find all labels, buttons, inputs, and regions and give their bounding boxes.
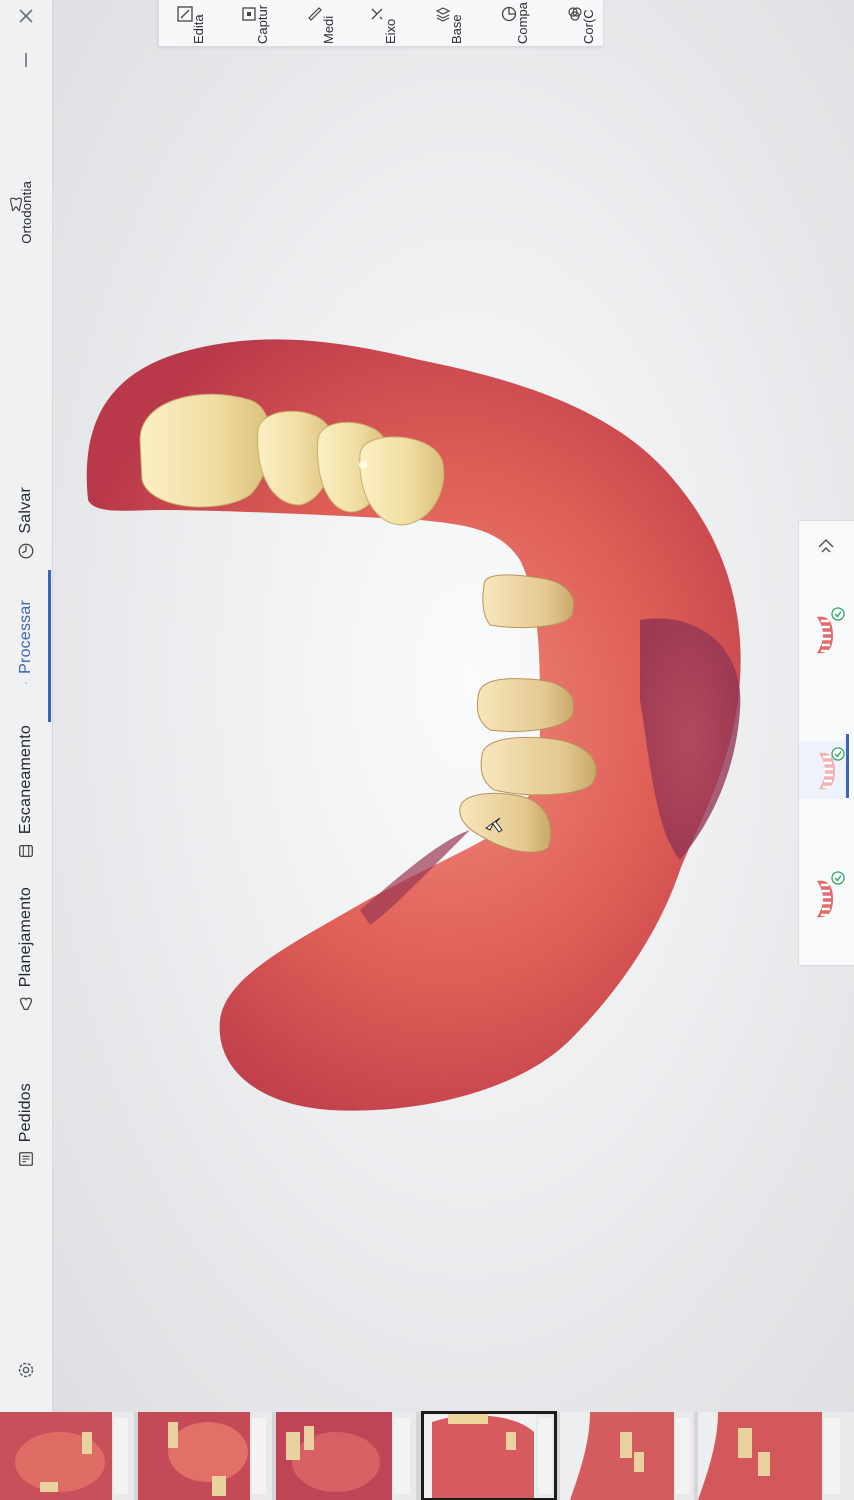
check-icon [831,607,845,621]
tool-measure[interactable]: Medi [295,0,336,46]
check-icon [831,871,845,885]
thumbnail[interactable] [276,1412,416,1500]
nav-salvar-label: Salvar [17,487,34,534]
process-icon [25,682,27,684]
nav-item-ortodontia[interactable]: Ortodontia [0,160,52,244]
check-icon [831,747,845,761]
dental-scan-model[interactable] [52,0,854,1412]
tool-capture[interactable]: Captur [229,0,270,46]
3d-viewport[interactable] [52,0,854,1412]
thumbnail-scan-preview [698,1412,854,1500]
tool-axis[interactable]: Eixo [357,0,398,46]
tools-toolbar: Edita Captur Medi Eixo Base Compa Cor(C [158,0,603,47]
tool-compare-label: Compa [515,2,530,44]
recording-thumbnails [0,1411,854,1500]
tool-edit[interactable]: Edita [165,0,206,46]
nav-processar-label: Processar [17,600,34,674]
thumbnail-scan-preview [138,1412,272,1500]
main-navigation: Ortodontia Salvar Processar Escaneamento… [0,0,53,1412]
chevron-up-icon[interactable] [815,535,837,557]
nav-item-escaneamento[interactable]: Escaneamento [0,720,52,860]
thumbnail-selected[interactable] [421,1411,557,1500]
close-icon[interactable] [14,4,38,28]
both-jaws-button[interactable] [799,741,847,799]
nav-item-pedidos[interactable]: Pedidos [0,1072,52,1168]
tool-color[interactable]: Cor(C [555,0,596,46]
nav-item-processar[interactable]: Processar [0,600,52,684]
tool-capture-label: Captur [255,4,270,44]
nav-escaneamento-label: Escaneamento [17,724,34,834]
nav-item-planejamento[interactable]: Planejamento [0,878,52,1013]
thumbnail-scan-preview [0,1412,134,1500]
active-nav-indicator [48,570,51,722]
scan-icon [19,844,33,858]
thumbnail[interactable] [0,1412,134,1500]
lower-jaw-button[interactable] [809,871,845,923]
upper-jaw-button[interactable] [809,607,845,659]
nav-item-salvar[interactable]: Salvar [0,476,52,560]
tool-axis-label: Eixo [383,18,398,44]
minimize-icon[interactable] [14,48,38,72]
thumbnail[interactable] [560,1412,694,1500]
thumbnail-scan-preview [560,1412,694,1500]
planning-icon [19,997,33,1011]
nav-pedidos-label: Pedidos [17,1082,34,1142]
tool-base[interactable]: Base [423,0,464,46]
tooth-icon [10,197,22,212]
thumbnail-scan-preview [276,1412,416,1500]
thumbnail[interactable] [138,1412,272,1500]
tool-color-label: Cor(C [581,9,596,44]
thumbnail[interactable] [698,1412,854,1500]
thumbnail-scan-preview [422,1412,556,1500]
tool-base-label: Base [449,14,464,44]
orders-icon [19,1152,33,1166]
jaw-selection-indicator [846,734,849,798]
tool-edit-label: Edita [191,14,206,44]
nav-planejamento-label: Planejamento [17,886,34,987]
tool-compare[interactable]: Compa [489,0,530,46]
tool-measure-label: Medi [321,15,336,44]
clock-icon [18,543,34,559]
gear-icon[interactable] [16,1360,36,1380]
